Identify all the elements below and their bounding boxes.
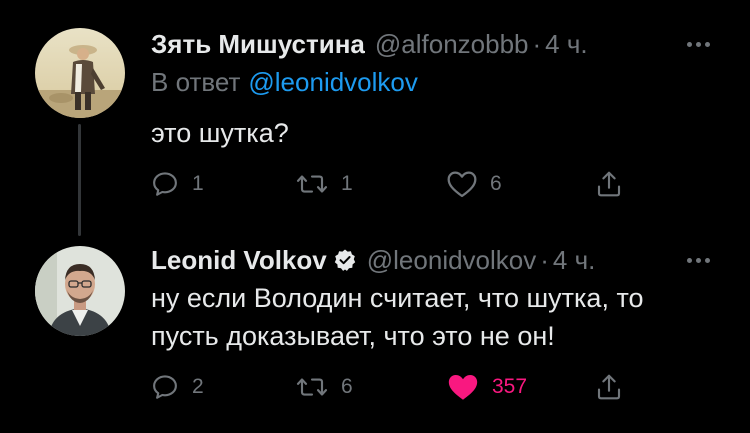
thread-connector-line (78, 124, 81, 236)
like-count: 357 (492, 375, 528, 398)
retweet-icon (296, 175, 328, 193)
share-button[interactable] (594, 370, 624, 404)
tweet-actions: 2 6 357 (150, 370, 640, 404)
reply-icon (153, 172, 177, 196)
verified-badge-icon (333, 248, 357, 272)
separator-dot: · (540, 244, 549, 275)
tweet[interactable]: Зять Мишустина @alfonzobbb · 4 ч. В отве… (0, 0, 750, 236)
avatar[interactable] (35, 246, 125, 336)
reply-count: 2 (192, 375, 204, 398)
retweet-count: 6 (341, 375, 353, 398)
reply-to-line: В ответ @leonidvolkov (151, 67, 418, 98)
share-button[interactable] (594, 167, 624, 201)
author-name[interactable]: Leonid Volkov (151, 245, 327, 276)
reply-button[interactable]: 2 (150, 370, 204, 404)
reply-icon (153, 375, 177, 399)
share-icon (597, 171, 621, 197)
share-icon (597, 374, 621, 400)
more-icon[interactable] (687, 27, 710, 61)
tweet-timestamp[interactable]: 4 ч. (545, 29, 587, 60)
tweet-header: Зять Мишустина @alfonzobbb · 4 ч. (151, 27, 720, 61)
like-icon (447, 171, 477, 198)
tweet-text: это шутка? (151, 118, 289, 148)
heart-filled-icon (448, 374, 478, 400)
retweet-count: 1 (341, 172, 353, 195)
reply-count: 1 (192, 172, 204, 195)
tweet-timestamp[interactable]: 4 ч. (553, 245, 595, 276)
author-handle[interactable]: @alfonzobbb (375, 29, 529, 60)
like-button[interactable]: 6 (446, 167, 502, 201)
tweet-actions: 1 1 6 (150, 167, 640, 201)
separator-dot: · (532, 28, 542, 59)
avatar[interactable] (35, 28, 125, 118)
avatar-photo-icon (35, 246, 125, 336)
avatar-painting-icon (35, 28, 125, 118)
reply-button[interactable]: 1 (150, 167, 204, 201)
tweet-header: Leonid Volkov @leonidvolkov · 4 ч. (151, 243, 720, 277)
tweet-text: ну если Володин считает, что шутка, то п… (151, 283, 644, 351)
retweet-button[interactable]: 1 (295, 167, 353, 201)
more-icon[interactable] (687, 243, 710, 277)
retweet-icon (296, 378, 328, 396)
like-button[interactable]: 357 (446, 370, 527, 404)
author-handle[interactable]: @leonidvolkov (367, 245, 536, 276)
tweet[interactable]: Leonid Volkov @leonidvolkov · 4 ч. ну ес… (0, 232, 750, 433)
like-count: 6 (490, 172, 502, 195)
reply-to-mention[interactable]: @leonidvolkov (248, 67, 417, 97)
reply-to-prefix: В ответ (151, 67, 241, 97)
author-name[interactable]: Зять Мишустина (151, 29, 365, 60)
retweet-button[interactable]: 6 (295, 370, 353, 404)
